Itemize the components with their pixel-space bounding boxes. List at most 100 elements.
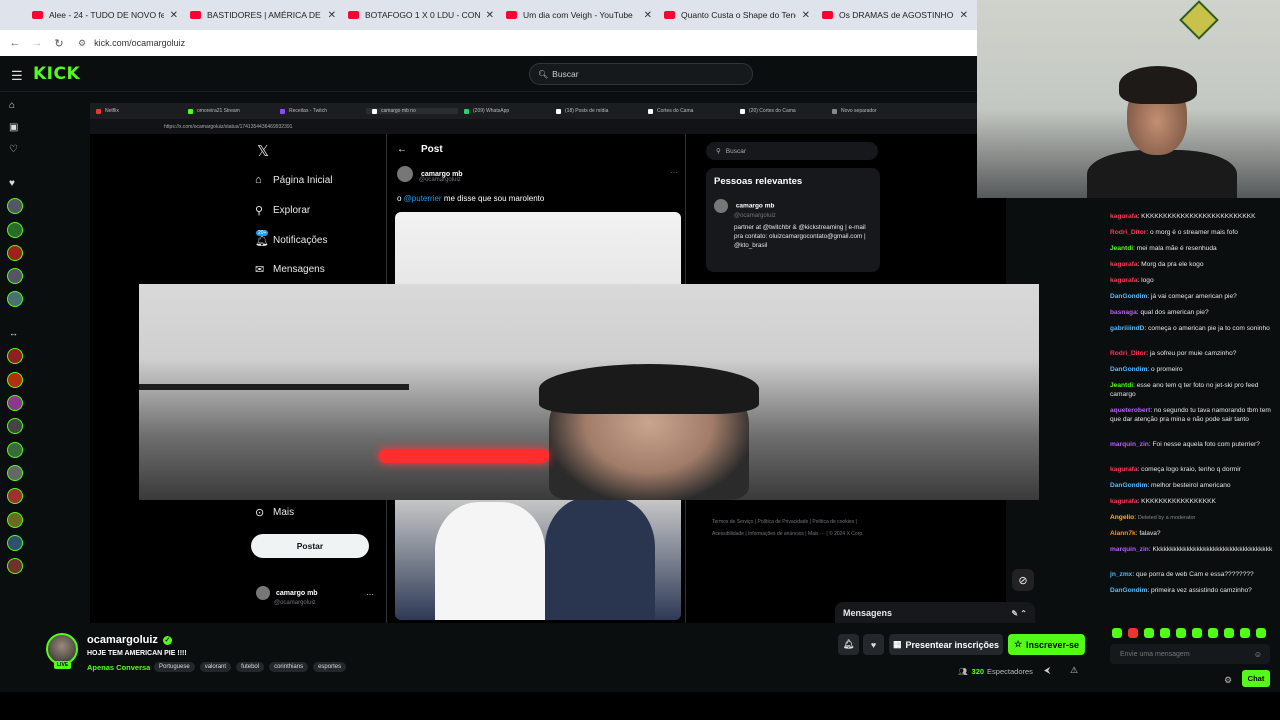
followed-channel-avatar[interactable]: [7, 198, 23, 214]
notifications-button[interactable]: 🔔︎: [838, 634, 859, 655]
channel-info-bar: LIVE ocamargoluiz ✓ HOJE TEM AMERICAN PIE…: [30, 623, 1100, 692]
followed-channel-avatar[interactable]: [7, 291, 23, 307]
recommended-channel-avatar[interactable]: [7, 512, 23, 528]
chat-username[interactable]: jn_zmx: [1110, 571, 1132, 578]
browser-tab[interactable]: Alee - 24 - TUDO DE NOVO fe ✕: [26, 2, 184, 28]
emote-icon[interactable]: [1256, 628, 1266, 638]
chat-message: DanGondim: já vai começar american pie?: [1110, 292, 1275, 301]
chat-username[interactable]: DanGondim: [1110, 366, 1147, 373]
chat-username[interactable]: Jeantdi: [1110, 382, 1133, 389]
chat-username[interactable]: gabriiiindD: [1110, 325, 1144, 332]
emote-icon[interactable]: [1224, 628, 1234, 638]
forward-icon[interactable]: →: [26, 37, 48, 49]
chat-message: jn_zmx: que porra de web Cam e essa?????…: [1110, 570, 1275, 579]
close-icon[interactable]: ✕: [644, 10, 652, 21]
browser-tab[interactable]: Quanto Custa o Shape do Tene ✕: [658, 2, 816, 28]
gift-subs-label: Presentear inscrições: [905, 639, 1000, 650]
tab-favicon-icon: [280, 108, 285, 114]
chat-username[interactable]: marquin_zin: [1110, 546, 1149, 553]
chat-username[interactable]: basnaga: [1110, 309, 1137, 316]
recommended-channel-avatar[interactable]: [7, 442, 23, 458]
close-icon[interactable]: ✕: [170, 10, 178, 21]
recommended-channel-avatar[interactable]: [7, 488, 23, 504]
followed-channel-avatar[interactable]: [7, 245, 23, 261]
browser-tab[interactable]: Os DRAMAS de AGOSTINHO C ✕: [816, 2, 974, 28]
x-account-avatar: [256, 586, 270, 600]
chat-username[interactable]: Angelio: [1110, 514, 1134, 521]
back-icon[interactable]: ←: [4, 37, 26, 49]
emote-icon[interactable]: [1240, 628, 1250, 638]
tag-chip[interactable]: esportes: [313, 662, 347, 672]
gear-icon[interactable]: ⚙: [1224, 675, 1232, 686]
chat-username[interactable]: DanGondim: [1110, 587, 1147, 594]
emote-icon[interactable]: [1112, 628, 1122, 638]
chat-username[interactable]: DanGondim: [1110, 482, 1147, 489]
chat-username[interactable]: kagurafa: [1110, 466, 1138, 473]
emote-icon[interactable]: [1208, 628, 1218, 638]
recommended-channel-avatar[interactable]: [7, 465, 23, 481]
chat-input[interactable]: Envie uma mensagem ☺: [1110, 644, 1270, 664]
followed-channel-avatar[interactable]: [7, 268, 23, 284]
chat-username[interactable]: kagurafa: [1110, 498, 1138, 505]
chat-username[interactable]: Jeantdi: [1110, 245, 1133, 252]
emote-icon[interactable]: [1176, 628, 1186, 638]
stream-player[interactable]: Netflix omoreira21 Stream Receitas - Twi…: [30, 92, 1100, 623]
chat-username[interactable]: Alann7k: [1110, 530, 1136, 537]
browse-icon[interactable]: ▣: [9, 122, 18, 133]
close-icon[interactable]: ✕: [328, 10, 336, 21]
recommended-channel-avatar[interactable]: [7, 348, 23, 364]
close-icon[interactable]: ✕: [486, 10, 494, 21]
clip-icon[interactable]: ⊘: [1012, 569, 1034, 591]
chat-username[interactable]: kagurafa: [1110, 261, 1138, 268]
reload-icon[interactable]: ↻: [48, 37, 70, 50]
url-text: kick.com/ocamargoluiz: [94, 38, 186, 48]
stream-category[interactable]: Apenas Conversa: [87, 663, 150, 672]
tag-chip[interactable]: Portuguese: [154, 662, 195, 672]
recommended-channel-avatar[interactable]: [7, 395, 23, 411]
home-icon[interactable]: ⌂: [9, 100, 15, 111]
send-chat-button[interactable]: Chat: [1242, 670, 1270, 687]
chat-username[interactable]: Rodri_Ditor: [1110, 350, 1146, 357]
menu-icon[interactable]: ☰: [11, 68, 23, 84]
emote-icon[interactable]: [1144, 628, 1154, 638]
chat-username[interactable]: Rodri_Ditor: [1110, 229, 1146, 236]
recommended-channel-avatar[interactable]: [7, 535, 23, 551]
chat-username[interactable]: kagurafa: [1110, 213, 1138, 220]
emote-icon[interactable]: [1160, 628, 1170, 638]
gift-subs-button[interactable]: ▦ Presentear inscrições: [889, 634, 1003, 655]
recommended-channel-avatar[interactable]: [7, 372, 23, 388]
recommended-channel-avatar[interactable]: [7, 558, 23, 574]
stream-browser-tab-title: Cortes do Cama: [657, 108, 694, 114]
emote-icon[interactable]: [1128, 628, 1138, 638]
following-icon[interactable]: ♡: [9, 144, 18, 155]
chat-username[interactable]: kagurafa: [1110, 277, 1138, 284]
site-settings-icon[interactable]: ⚙: [78, 38, 86, 49]
x-post-author: camargo mb @ocamargoluiz: [397, 166, 463, 183]
heart-icon[interactable]: ♥: [9, 178, 15, 189]
chat-username[interactable]: aqueterobert: [1110, 407, 1150, 414]
channel-name[interactable]: ocamargoluiz ✓: [87, 634, 172, 646]
close-icon[interactable]: ✕: [802, 10, 810, 21]
subscribe-button[interactable]: ☆ Inscrever-se: [1008, 634, 1085, 655]
tag-chip[interactable]: futebol: [236, 662, 265, 672]
follow-button[interactable]: ♥: [863, 634, 884, 655]
browser-tab[interactable]: Um dia com Veigh - YouTube ✕: [500, 2, 658, 28]
kick-logo[interactable]: KICK: [33, 64, 80, 84]
followed-channel-avatar[interactable]: [7, 222, 23, 238]
chat-username[interactable]: DanGondim: [1110, 293, 1147, 300]
stream-browser-tab: camargo mb no: [366, 108, 458, 114]
search-input[interactable]: 🔍︎ Buscar: [529, 63, 753, 85]
browser-tab[interactable]: BOTAFOGO 1 X 0 LDU - CONM ✕: [342, 2, 500, 28]
share-icon[interactable]: ⮜: [1044, 665, 1050, 676]
emote-icon[interactable]: [1192, 628, 1202, 638]
report-icon[interactable]: ⚠: [1070, 665, 1078, 676]
emoji-icon[interactable]: ☺: [1254, 650, 1262, 659]
url-field[interactable]: ⚙ kick.com/ocamargoluiz: [78, 38, 185, 49]
recommended-channel-avatar[interactable]: [7, 418, 23, 434]
expand-icon[interactable]: ↔: [9, 328, 18, 338]
chat-username[interactable]: marquin_zin: [1110, 441, 1149, 448]
close-icon[interactable]: ✕: [960, 10, 968, 21]
tag-chip[interactable]: valorant: [199, 662, 232, 672]
tag-chip[interactable]: corinthians: [269, 662, 309, 672]
browser-tab[interactable]: BASTIDORES | AMÉRICA DE CA ✕: [184, 2, 342, 28]
